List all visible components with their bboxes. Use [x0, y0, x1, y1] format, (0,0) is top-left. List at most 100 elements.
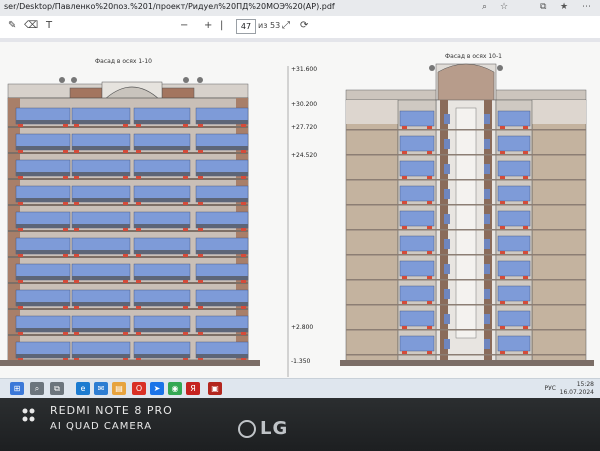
pdf-toolbar: ✎ ⌫ T − + | ⤢ ⟳: [0, 16, 600, 39]
balcony-accent: [136, 332, 141, 335]
task-view-icon[interactable]: ⧉: [50, 382, 64, 395]
balcony-accent: [402, 201, 407, 204]
floor-slab: [346, 279, 586, 281]
window: [497, 310, 531, 327]
balcony-accent: [523, 201, 528, 204]
telegram-icon[interactable]: ➤: [150, 382, 164, 395]
balcony-accent: [74, 254, 79, 257]
pdf-app-icon[interactable]: ▣: [208, 382, 222, 395]
balcony-accent: [402, 301, 407, 304]
elevation-label: +27.720: [291, 124, 318, 131]
window: [497, 260, 531, 277]
favorite-star-icon[interactable]: ☆: [500, 2, 508, 12]
window: [497, 335, 531, 352]
draw-icon[interactable]: ✎: [8, 20, 16, 31]
clock[interactable]: 15:28 16.07.2024: [560, 381, 594, 397]
start-icon[interactable]: ⊞: [10, 382, 24, 395]
balcony-accent: [241, 254, 246, 257]
balcony-rail: [72, 224, 130, 228]
balcony-accent: [241, 176, 246, 179]
url-text[interactable]: ser/Desktop/Павленко%20поз.%201/проект/Р…: [4, 2, 335, 11]
balcony-accent: [183, 254, 188, 257]
floor-slab: [346, 204, 586, 206]
stair-window: [444, 214, 450, 224]
window: [399, 110, 435, 127]
balcony-accent: [427, 251, 432, 254]
rotate-icon[interactable]: ⟳: [300, 20, 308, 31]
balcony-accent: [183, 228, 188, 231]
window: [497, 160, 531, 177]
window: [399, 335, 435, 352]
balcony-accent: [500, 201, 505, 204]
balcony-accent: [402, 276, 407, 279]
stair-window: [484, 289, 490, 299]
window: [497, 210, 531, 227]
monitor-logo: LG: [238, 418, 298, 440]
opera-icon[interactable]: O: [132, 382, 146, 395]
balcony-accent: [74, 150, 79, 153]
balcony-accent: [241, 202, 246, 205]
balcony-accent: [523, 326, 528, 329]
balcony-accent: [523, 251, 528, 254]
pdf-page[interactable]: Фасад в осях 1-10 Фасад в осях 10-1 +31.…: [0, 42, 600, 378]
add-text-icon[interactable]: T: [46, 20, 52, 31]
balcony-accent: [198, 254, 203, 257]
extensions-icon[interactable]: ⧉: [540, 2, 546, 12]
balcony-accent: [123, 306, 128, 309]
fit-page-icon[interactable]: ⤢: [282, 20, 290, 31]
zoom-out-button[interactable]: −: [180, 20, 188, 31]
balcony-accent: [74, 124, 79, 127]
balcony-accent: [402, 151, 407, 154]
balcony-rail: [16, 172, 70, 176]
balcony-accent: [241, 332, 246, 335]
balcony-accent: [136, 306, 141, 309]
zoom-in-button[interactable]: +: [204, 20, 212, 31]
balcony-accent: [183, 306, 188, 309]
window: [497, 135, 531, 152]
balcony-rail: [134, 328, 190, 332]
explorer-icon[interactable]: ▤: [112, 382, 126, 395]
language-indicator[interactable]: РУС: [545, 385, 556, 392]
balcony-accent: [523, 301, 528, 304]
balcony-accent: [183, 176, 188, 179]
balcony-rail: [16, 224, 70, 228]
balcony-accent: [500, 251, 505, 254]
yandex-icon[interactable]: Я: [186, 382, 200, 395]
elevation-label: +24.520: [291, 152, 318, 159]
window: [399, 210, 435, 227]
clock-time: 15:28: [576, 381, 594, 388]
chrome-icon[interactable]: ◉: [168, 382, 182, 395]
balcony-accent: [523, 151, 528, 154]
divider-icon: |: [220, 20, 224, 31]
balcony-rail: [72, 198, 130, 202]
balcony-accent: [136, 124, 141, 127]
edge-icon[interactable]: e: [76, 382, 90, 395]
elevation-label: +31.600: [291, 66, 318, 73]
browser-address-bar[interactable]: ser/Desktop/Павленко%20поз.%201/проект/Р…: [0, 0, 600, 17]
balcony-accent: [123, 228, 128, 231]
balcony-accent: [183, 150, 188, 153]
balcony-accent: [241, 228, 246, 231]
search-icon[interactable]: ⌕: [30, 382, 44, 395]
balcony-accent: [500, 351, 505, 354]
brand-text: LG: [260, 418, 289, 439]
menu-icon[interactable]: ⋯: [582, 2, 591, 12]
balcony-accent: [63, 306, 68, 309]
erase-icon[interactable]: ⌫: [24, 20, 38, 31]
balcony-rail: [72, 250, 130, 254]
zoom-icon[interactable]: ⌕: [482, 2, 487, 12]
stair-window: [444, 114, 450, 124]
balcony-rail: [134, 250, 190, 254]
balcony-accent: [74, 280, 79, 283]
balcony-rail: [72, 146, 130, 150]
balcony-accent: [427, 201, 432, 204]
balcony-accent: [198, 176, 203, 179]
favorites-icon[interactable]: ★: [560, 2, 568, 12]
mail-icon[interactable]: ✉: [94, 382, 108, 395]
balcony-accent: [74, 202, 79, 205]
balcony-rail: [134, 198, 190, 202]
balcony-rail: [134, 354, 190, 358]
balcony-accent: [427, 326, 432, 329]
page-number-input[interactable]: 47: [236, 19, 256, 34]
floor-slab: [346, 254, 586, 256]
